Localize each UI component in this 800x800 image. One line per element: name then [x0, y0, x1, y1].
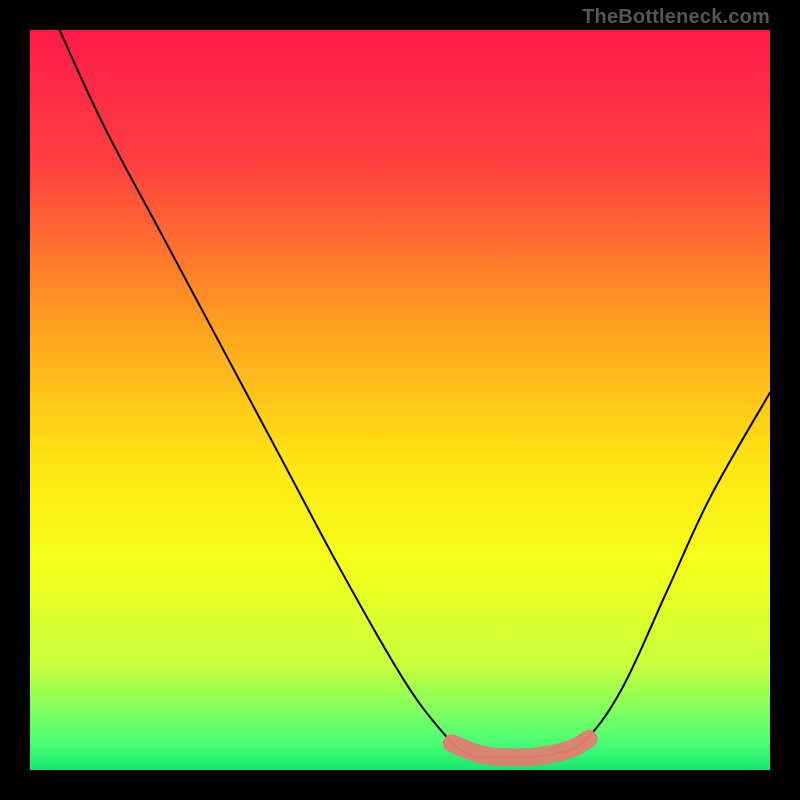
- chart-svg: [30, 30, 770, 770]
- watermark-text: TheBottleneck.com: [582, 6, 770, 29]
- plot-area: [30, 30, 770, 770]
- chart-container: TheBottleneck.com: [0, 0, 800, 800]
